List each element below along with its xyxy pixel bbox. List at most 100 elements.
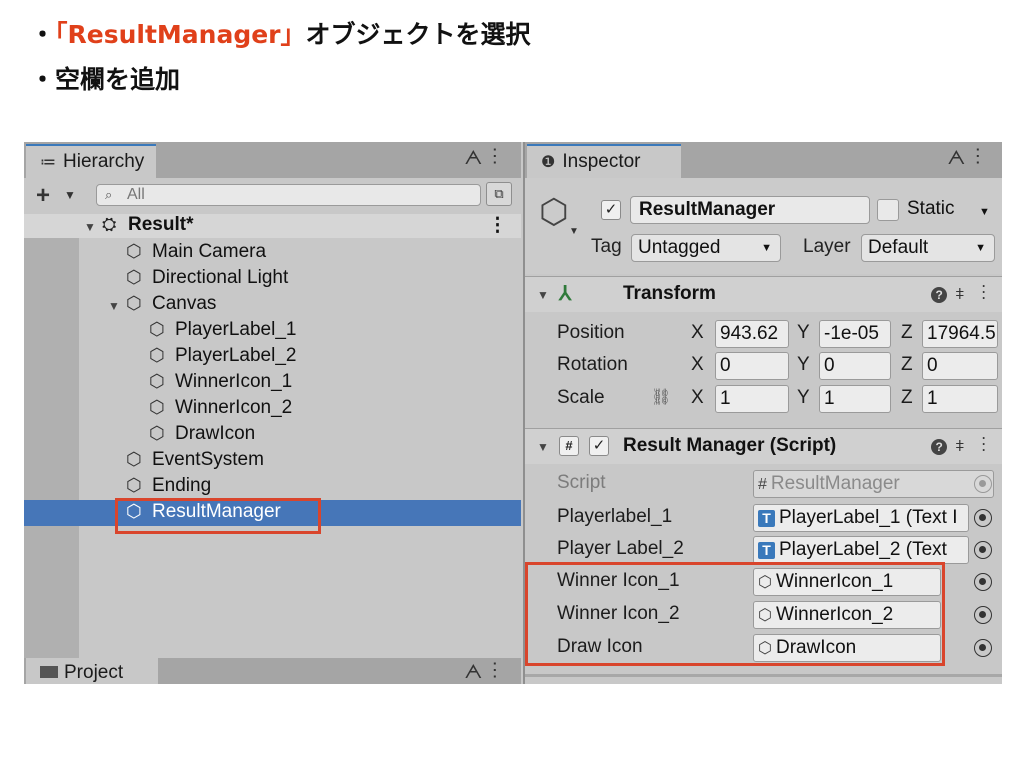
script-component-header[interactable]: ▼ # ✓ Result Manager (Script) ? ⧧ ⋮ <box>525 428 1002 464</box>
inspector-tabbar: ❶ Inspector ᗅ⋮ <box>525 142 1002 178</box>
cube-icon: ⬡ <box>126 475 142 495</box>
unlinked-icon[interactable]: ⛓ <box>651 387 671 407</box>
script-reference-value: ResultManager <box>770 473 900 494</box>
scale-y-field[interactable]: 1 <box>819 385 891 413</box>
unity-scene-icon: ⛭ <box>102 214 117 234</box>
axis-x-label: X <box>691 322 704 343</box>
rotation-z-field[interactable]: 0 <box>922 352 998 380</box>
hierarchy-item-label: Directional Light <box>152 267 289 288</box>
hierarchy-panel: ≔ Hierarchy ᗅ⋮ + ▼ ⌕ All ⧉ ▼ ⛭ Result* ⋮ <box>24 142 521 684</box>
position-label: Position <box>557 322 625 343</box>
hierarchy-item-main-camera[interactable]: ⬡ Main Camera <box>24 240 521 266</box>
tab-hierarchy[interactable]: ≔ Hierarchy <box>26 144 157 178</box>
inspector-tab-actions[interactable]: ᗅ⋮ <box>947 148 990 170</box>
component-actions[interactable]: ? ⧧ ⋮ <box>931 435 992 456</box>
playerlabel1-reference-value: PlayerLabel_1 (Text I <box>779 507 958 528</box>
expand-arrow-icon[interactable]: ▼ <box>108 299 120 313</box>
help-icon[interactable]: ? <box>931 439 948 455</box>
transform-icon: ⅄ <box>559 283 572 305</box>
settings-sliders-icon[interactable]: ⧧ <box>955 283 970 303</box>
scene-kebab-icon[interactable]: ⋮ <box>488 214 507 237</box>
hierarchy-item-ending[interactable]: ⬡ Ending <box>24 474 521 500</box>
scale-z-field[interactable]: 1 <box>922 385 998 413</box>
hierarchy-item-winnericon-1[interactable]: ⬡ WinnerIcon_1 <box>24 370 521 396</box>
axis-y-label: Y <box>797 322 810 343</box>
object-picker-icon[interactable] <box>974 639 992 657</box>
cube-icon: ⬡ <box>149 423 165 443</box>
settings-sliders-icon[interactable]: ⧧ <box>955 435 970 455</box>
active-checkbox[interactable]: ✓ <box>601 200 621 220</box>
scene-row[interactable]: ▼ ⛭ Result* ⋮ <box>24 214 521 238</box>
hierarchy-item-winnericon-2[interactable]: ⬡ WinnerIcon_2 <box>24 396 521 422</box>
component-actions[interactable]: ? ⧧ ⋮ <box>931 283 992 304</box>
cube-icon: ⬡ <box>126 241 142 261</box>
axis-z-label: Z <box>901 322 913 343</box>
object-picker-icon[interactable] <box>974 541 992 559</box>
hierarchy-toolbar: + ▼ ⌕ All ⧉ <box>24 178 521 214</box>
hierarchy-item-directional-light[interactable]: ⬡ Directional Light <box>24 266 521 292</box>
rotation-y-field[interactable]: 0 <box>819 352 891 380</box>
hierarchy-item-playerlabel-1[interactable]: ⬡ PlayerLabel_1 <box>24 318 521 344</box>
instruction-line-1: ・「ResultManager」オブジェクトを選択 <box>30 20 531 50</box>
hierarchy-tab-actions[interactable]: ᗅ⋮ <box>464 148 507 170</box>
highlight-box-resultmanager <box>115 498 321 534</box>
search-input[interactable]: ⌕ All <box>96 184 481 206</box>
expand-arrow-icon[interactable]: ▼ <box>84 220 96 234</box>
kebab-menu-icon[interactable]: ⋮ <box>982 283 993 303</box>
scale-label: Scale <box>557 387 605 408</box>
tab-inspector[interactable]: ❶ Inspector <box>527 144 681 178</box>
cube-icon: ⬡ <box>149 397 165 417</box>
hierarchy-item-eventsystem[interactable]: ⬡ EventSystem <box>24 448 521 474</box>
layer-dropdown[interactable]: Default ▼ <box>861 234 995 262</box>
tab-inspector-label: Inspector <box>562 151 641 172</box>
position-z-field[interactable]: 17964.5 <box>922 320 998 348</box>
hierarchy-item-label: WinnerIcon_2 <box>175 397 293 418</box>
lock-icon[interactable]: ᗅ <box>947 148 975 169</box>
object-name-field[interactable]: ResultManager <box>630 196 870 224</box>
cube-icon: ⬡ <box>126 293 142 313</box>
scene-visibility-button[interactable]: ⧉ <box>486 182 512 206</box>
hierarchy-item-label: WinnerIcon_1 <box>175 371 293 392</box>
object-picker-icon[interactable] <box>974 573 992 591</box>
hierarchy-item-canvas[interactable]: ▼ ⬡ Canvas <box>24 292 521 318</box>
folder-icon <box>40 666 58 678</box>
object-picker-icon[interactable] <box>974 509 992 527</box>
cube-icon: ⬡ <box>149 345 165 365</box>
playerlabel1-reference-field[interactable]: T PlayerLabel_1 (Text I <box>753 504 969 532</box>
transform-header[interactable]: ▼ ⅄ Transform ? ⧧ ⋮ <box>525 276 1002 312</box>
kebab-menu-icon[interactable]: ⋮ <box>492 148 507 169</box>
fold-arrow-icon[interactable]: ▼ <box>537 440 549 454</box>
axis-x-label: X <box>691 354 704 375</box>
hierarchy-item-drawicon[interactable]: ⬡ DrawIcon <box>24 422 521 448</box>
hierarchy-item-playerlabel-2[interactable]: ⬡ PlayerLabel_2 <box>24 344 521 370</box>
playerlabel1-field-label: Playerlabel_1 <box>557 506 673 527</box>
gameobject-cube-icon[interactable]: ⬡ <box>539 192 569 232</box>
position-y-field[interactable]: -1e-05 <box>819 320 891 348</box>
icon-dropdown-icon[interactable]: ▼ <box>569 226 579 237</box>
kebab-menu-icon[interactable]: ⋮ <box>982 435 993 455</box>
object-picker-icon[interactable] <box>974 606 992 624</box>
inspector-panel: ❶ Inspector ᗅ⋮ ⬡ ▼ ✓ ResultManager Stati… <box>523 142 1002 684</box>
text-component-icon: T <box>758 510 775 527</box>
lock-icon[interactable]: ᗅ <box>464 148 492 169</box>
static-checkbox[interactable] <box>877 199 899 221</box>
instruction-text: オブジェクトを選択 <box>305 20 531 49</box>
scale-x-field[interactable]: 1 <box>715 385 789 413</box>
gameobject-header: ⬡ ▼ ✓ ResultManager Static ▼ Tag Untagge… <box>525 178 1002 274</box>
tag-dropdown[interactable]: Untagged ▼ <box>631 234 781 262</box>
static-dropdown-icon[interactable]: ▼ <box>979 206 990 218</box>
fold-arrow-icon[interactable]: ▼ <box>537 288 549 302</box>
project-tab-actions[interactable]: ᗅ⋮ <box>464 662 507 684</box>
component-enabled-checkbox[interactable]: ✓ <box>589 436 609 456</box>
position-x-field[interactable]: 943.62 <box>715 320 789 348</box>
rotation-x-field[interactable]: 0 <box>715 352 789 380</box>
tab-project[interactable]: Project <box>26 658 158 684</box>
axis-z-label: Z <box>901 387 913 408</box>
dropdown-triangle-icon[interactable]: ▼ <box>64 188 76 202</box>
help-icon[interactable]: ? <box>931 287 948 303</box>
hierarchy-item-label: DrawIcon <box>175 423 256 444</box>
add-button[interactable]: + <box>36 182 50 210</box>
kebab-menu-icon[interactable]: ⋮ <box>975 148 990 169</box>
cube-icon: ⬡ <box>149 319 165 339</box>
playerlabel2-reference-field[interactable]: T PlayerLabel_2 (Text <box>753 536 969 564</box>
